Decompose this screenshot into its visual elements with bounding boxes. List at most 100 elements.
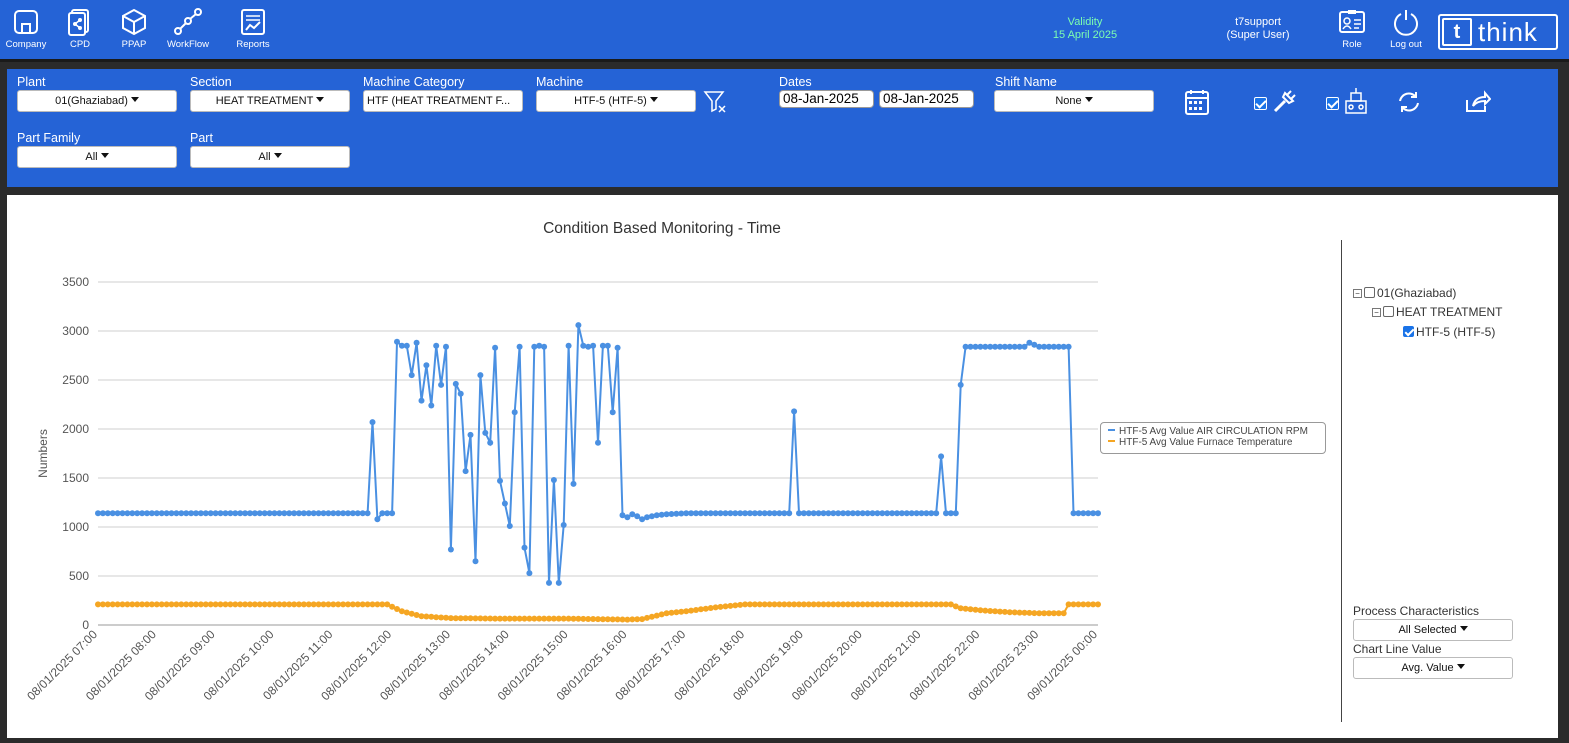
chart-line-value-label: Chart Line Value — [1353, 642, 1442, 656]
data-point — [374, 516, 381, 523]
toggle-checkbox-2[interactable] — [1326, 97, 1339, 110]
shift-select[interactable]: None — [994, 90, 1154, 112]
data-point — [1095, 510, 1101, 517]
validity-info: Validity 15 April 2025 — [1030, 16, 1140, 42]
legend-item-temperature[interactable]: HTF-5 Avg Value Furnace Temperature — [1108, 437, 1325, 448]
refresh-button[interactable] — [1396, 89, 1422, 120]
section-select[interactable]: HEAT TREATMENT — [190, 90, 350, 112]
id-badge-icon — [1339, 10, 1365, 33]
data-point — [443, 343, 449, 350]
validity-label: Validity — [1067, 16, 1103, 28]
tree-node-plant[interactable]: − 01(Ghaziabad) — [1353, 286, 1456, 300]
data-point — [521, 544, 528, 551]
filter-clear-icon — [703, 91, 726, 113]
data-point — [590, 342, 597, 349]
part-family-select[interactable]: All — [17, 146, 177, 168]
data-point — [595, 439, 601, 446]
tree-node-machine[interactable]: HTF-5 (HTF-5) — [1403, 325, 1495, 339]
process-characteristics-label: Process Characteristics — [1353, 604, 1480, 618]
chevron-down-icon — [1456, 664, 1465, 669]
date-to-input[interactable]: 08-Jan-2025 — [879, 90, 974, 108]
data-point — [364, 510, 371, 517]
nav-workflow-button[interactable]: WorkFlow — [158, 8, 218, 50]
clear-filter-button[interactable] — [703, 89, 729, 120]
data-point — [614, 344, 621, 351]
chevron-down-icon — [273, 153, 282, 158]
nav-reports-button[interactable]: Reports — [223, 8, 283, 50]
toggle-checkbox-1[interactable] — [1254, 97, 1267, 110]
data-point — [511, 409, 518, 416]
tree-checkbox-plant[interactable] — [1364, 287, 1375, 298]
nav-company-label: Company — [5, 39, 47, 50]
plant-select[interactable]: 01(Ghaziabad) — [17, 90, 177, 112]
tree-node-section[interactable]: − HEAT TREATMENT — [1372, 305, 1502, 319]
data-point — [452, 380, 459, 387]
chevron-down-icon — [1459, 626, 1468, 631]
process-characteristics-value: All Selected — [1398, 624, 1457, 636]
logo-word: think — [1478, 17, 1538, 47]
data-point — [1021, 343, 1028, 350]
data-point — [609, 409, 616, 416]
chevron-down-icon — [130, 97, 139, 102]
y-tick-label: 1500 — [62, 471, 89, 485]
data-point — [541, 343, 548, 350]
y-tick-label: 1000 — [62, 520, 89, 534]
machine-category-select[interactable]: HTF (HEAT TREATMENT F... — [363, 90, 523, 112]
data-point — [957, 381, 964, 388]
collapse-icon[interactable]: − — [1372, 308, 1381, 317]
data-point — [433, 342, 440, 349]
tool-icon-button[interactable] — [1271, 89, 1297, 120]
plant-label: Plant — [17, 75, 46, 89]
nav-ppap-label: PPAP — [121, 39, 147, 50]
legend-item-rpm[interactable]: HTF-5 Avg Value AIR CIRCULATION RPM — [1108, 426, 1325, 437]
calendar-button[interactable] — [1184, 88, 1210, 121]
ppap-icon — [122, 8, 146, 36]
data-point — [389, 510, 396, 517]
date-from-input[interactable]: 08-Jan-2025 — [779, 90, 874, 108]
user-role: (Super User) — [1226, 29, 1290, 41]
role-label: Role — [1342, 39, 1362, 50]
part-family-value: All — [85, 151, 98, 163]
machine-icon-button[interactable] — [1343, 87, 1369, 120]
share-button[interactable] — [1463, 90, 1492, 119]
data-point — [487, 439, 494, 446]
nav-company-button[interactable]: Company — [0, 8, 56, 50]
process-characteristics-select[interactable]: All Selected — [1353, 619, 1513, 641]
y-tick-label: 2500 — [62, 373, 89, 387]
data-point — [526, 570, 533, 577]
data-point — [423, 362, 430, 369]
machine-select[interactable]: HTF-5 (HTF-5) — [536, 90, 696, 112]
dates-label: Dates — [779, 75, 812, 89]
series-line-0 — [98, 324, 1098, 583]
data-point — [457, 390, 464, 397]
data-point — [501, 500, 508, 507]
machine-category-label: Machine Category — [363, 75, 465, 89]
role-button[interactable]: Role — [1322, 8, 1382, 50]
y-axis-label: Numbers — [36, 429, 50, 478]
plant-value: 01(Ghaziabad) — [55, 95, 128, 107]
data-point — [447, 546, 454, 553]
tree-checkbox-machine[interactable] — [1403, 326, 1414, 337]
data-point — [546, 579, 552, 586]
chevron-down-icon — [649, 97, 658, 102]
chart-line-value-select[interactable]: Avg. Value — [1353, 657, 1513, 679]
collapse-icon[interactable]: − — [1353, 289, 1362, 298]
calendar-icon — [1185, 90, 1209, 115]
data-point — [482, 429, 489, 436]
data-point — [786, 510, 793, 517]
logout-button[interactable]: Log out — [1376, 8, 1436, 50]
data-point — [408, 372, 415, 379]
reports-icon — [241, 9, 265, 35]
data-point — [938, 453, 945, 460]
filter-panel: Plant 01(Ghaziabad) Section HEAT TREATME… — [7, 69, 1558, 187]
part-family-label: Part Family — [17, 131, 81, 145]
legend-swatch-rpm — [1108, 429, 1115, 431]
chevron-down-icon — [1084, 97, 1093, 102]
part-select[interactable]: All — [190, 146, 350, 168]
data-point — [516, 343, 523, 350]
tree-checkbox-section[interactable] — [1383, 306, 1394, 317]
nav-cpd-button[interactable]: CPD — [50, 8, 110, 50]
data-point — [492, 344, 499, 351]
nav-ppap-button[interactable]: PPAP — [104, 8, 164, 50]
machine-value: HTF-5 (HTF-5) — [574, 95, 647, 107]
